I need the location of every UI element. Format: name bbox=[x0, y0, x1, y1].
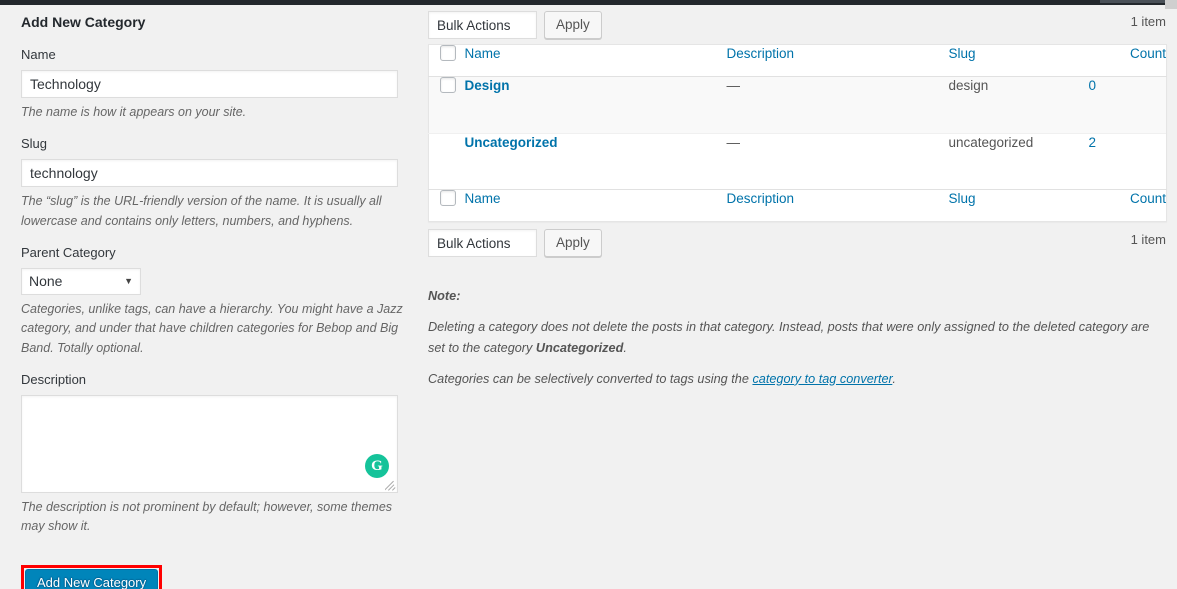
category-slug-input[interactable] bbox=[21, 159, 398, 188]
row-description-cell: — bbox=[726, 132, 949, 190]
add-new-category-button[interactable]: Add New Category bbox=[25, 568, 159, 589]
note-converter-before: Categories can be selectively converted … bbox=[428, 371, 753, 386]
sort-slug-link-bottom[interactable]: Slug bbox=[949, 191, 976, 206]
sort-description-link-bottom[interactable]: Description bbox=[727, 191, 795, 206]
column-header-count: Count bbox=[1088, 44, 1167, 77]
description-textarea-wrap: G bbox=[21, 395, 398, 493]
bulk-actions-select-bottom[interactable]: Bulk Actions bbox=[428, 229, 537, 257]
row-name-cell: Design bbox=[464, 76, 727, 133]
slug-help-text: The “slug” is the URL-friendly version o… bbox=[21, 194, 382, 228]
select-all-checkbox-top[interactable] bbox=[440, 45, 456, 61]
sort-description-link-top[interactable]: Description bbox=[727, 46, 795, 61]
description-help-text: The description is not prominent by defa… bbox=[21, 500, 393, 534]
description-label: Description bbox=[21, 372, 87, 388]
category-name-link[interactable]: Design bbox=[465, 78, 510, 93]
parent-category-label: Parent Category bbox=[21, 245, 116, 261]
column-footer-count: Count bbox=[1088, 189, 1167, 222]
category-count-link[interactable]: 2 bbox=[1089, 135, 1097, 150]
add-new-category-form: Add New Category Name The name is how it… bbox=[21, 13, 411, 589]
column-header-description: Description bbox=[726, 44, 949, 77]
add-new-category-highlight-box: Add New Category bbox=[21, 564, 163, 589]
admin-bar bbox=[0, 0, 1165, 5]
row-count-cell: 0 bbox=[1088, 77, 1167, 133]
apply-button-top[interactable]: Apply bbox=[544, 11, 602, 39]
sort-slug-link-top[interactable]: Slug bbox=[949, 46, 976, 61]
category-to-tag-converter-link[interactable]: category to tag converter bbox=[752, 372, 892, 386]
category-description-textarea[interactable] bbox=[21, 395, 398, 493]
categories-table: Name Description Slug Count Design — des… bbox=[428, 44, 1167, 222]
note-paragraph-converter: Categories can be selectively converted … bbox=[428, 369, 1166, 391]
row-slug-cell: uncategorized bbox=[948, 132, 1089, 190]
resize-handle-icon[interactable] bbox=[385, 480, 396, 491]
apply-button-bottom[interactable]: Apply bbox=[544, 229, 602, 257]
description-field-block: Description G The description is not pro… bbox=[21, 372, 411, 537]
sort-name-link-bottom[interactable]: Name bbox=[465, 191, 501, 206]
column-footer-slug: Slug bbox=[948, 189, 1089, 222]
note-section: Note: Deleting a category does not delet… bbox=[428, 286, 1166, 390]
sort-count-link-top[interactable]: Count bbox=[1089, 45, 1166, 63]
note-title: Note: bbox=[428, 286, 1166, 308]
sort-name-link-top[interactable]: Name bbox=[465, 46, 501, 61]
column-header-slug: Slug bbox=[948, 44, 1089, 77]
slug-field-block: Slug The “slug” is the URL-friendly vers… bbox=[21, 136, 411, 231]
note-title-text: Note: bbox=[428, 289, 461, 303]
row-checkbox-cell bbox=[428, 76, 465, 133]
parent-category-help-text: Categories, unlike tags, can have a hier… bbox=[21, 301, 403, 355]
category-count-link[interactable]: 0 bbox=[1089, 78, 1097, 93]
name-field-block: Name The name is how it appears on your … bbox=[21, 47, 411, 122]
table-row: Design — design 0 bbox=[428, 76, 1167, 133]
parent-category-select-wrap: None ▼ bbox=[21, 267, 141, 295]
categories-list-panel: Bulk Actions Apply 1 item Name Descripti… bbox=[428, 10, 1167, 399]
table-body: Design — design 0 Uncategorized — uncate… bbox=[428, 76, 1167, 190]
admin-bar-right-segment bbox=[1100, 0, 1165, 3]
name-help-text: The name is how it appears on your site. bbox=[21, 105, 247, 120]
table-head: Name Description Slug Count bbox=[428, 44, 1167, 77]
column-footer-name: Name bbox=[464, 189, 727, 222]
row-description-cell: — bbox=[726, 76, 949, 133]
item-count-bottom: 1 item bbox=[1130, 232, 1166, 247]
wordpress-categories-screen: Add New Category Name The name is how it… bbox=[0, 0, 1177, 589]
tablenav-top: Bulk Actions Apply 1 item bbox=[428, 10, 1166, 40]
note-paragraph-delete: Deleting a category does not delete the … bbox=[428, 317, 1166, 360]
table-footer-row: Name Description Slug Count bbox=[428, 189, 1167, 222]
parent-category-select[interactable]: None bbox=[21, 267, 141, 295]
tablenav-bottom: Bulk Actions Apply 1 item bbox=[428, 228, 1166, 258]
slug-label: Slug bbox=[21, 136, 48, 152]
category-name-link[interactable]: Uncategorized bbox=[465, 135, 558, 150]
note-uncategorized-strong: Uncategorized bbox=[535, 341, 624, 356]
note-converter-after: . bbox=[892, 371, 896, 386]
sort-count-link-bottom[interactable]: Count bbox=[1089, 190, 1166, 208]
select-all-footer bbox=[428, 189, 465, 222]
category-name-input[interactable] bbox=[21, 70, 398, 99]
page-title: Add New Category bbox=[21, 14, 146, 30]
name-label: Name bbox=[21, 47, 56, 63]
select-all-header bbox=[428, 44, 465, 77]
grammarly-icon[interactable]: G bbox=[365, 454, 389, 478]
column-header-name: Name bbox=[464, 44, 727, 77]
row-checkbox[interactable] bbox=[440, 77, 456, 93]
parent-category-field-block: Parent Category None ▼ Categories, unlik… bbox=[21, 245, 411, 358]
table-row: Uncategorized — uncategorized 2 bbox=[428, 132, 1167, 190]
item-count-top: 1 item bbox=[1130, 14, 1166, 29]
table-foot: Name Description Slug Count bbox=[428, 189, 1167, 222]
scrollbar-corner bbox=[1165, 0, 1177, 9]
row-checkbox-cell bbox=[428, 132, 465, 190]
row-count-cell: 2 bbox=[1088, 133, 1167, 189]
bulk-actions-select-top[interactable]: Bulk Actions bbox=[428, 11, 537, 39]
table-header-row: Name Description Slug Count bbox=[428, 44, 1167, 77]
row-name-cell: Uncategorized bbox=[464, 132, 727, 190]
note-delete-after: . bbox=[623, 341, 627, 356]
row-slug-cell: design bbox=[948, 76, 1089, 133]
select-all-checkbox-bottom[interactable] bbox=[440, 190, 456, 206]
column-footer-description: Description bbox=[726, 189, 949, 222]
